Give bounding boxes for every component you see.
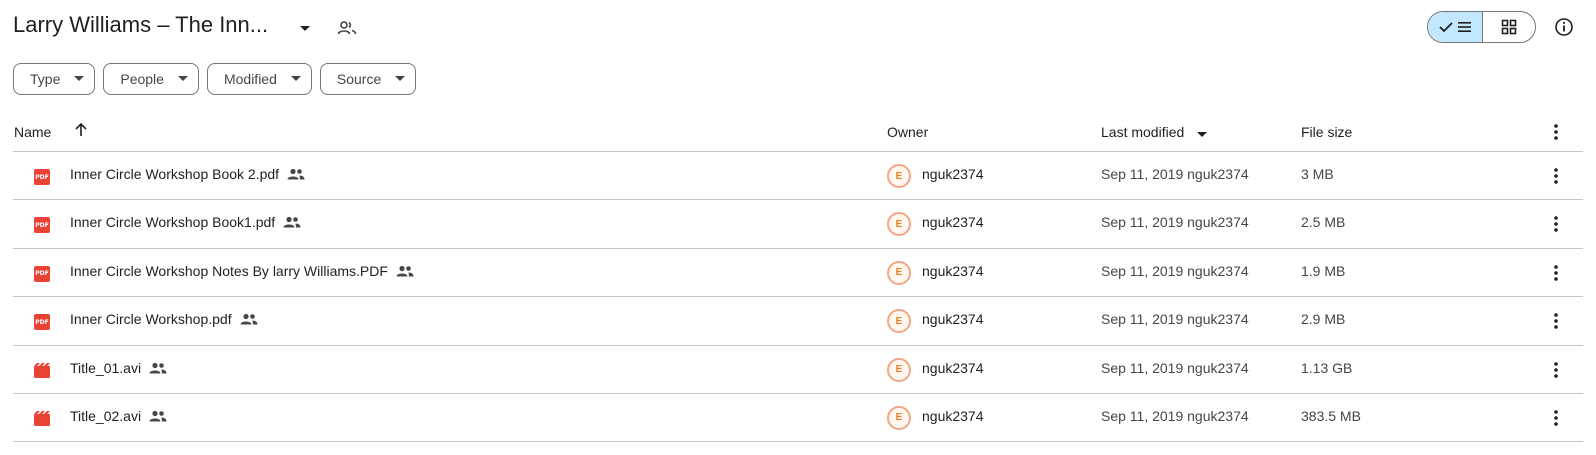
info-icon[interactable] <box>1552 15 1576 39</box>
avatar: E <box>887 164 911 188</box>
arrow-drop-down-icon <box>74 76 85 81</box>
avatar: E <box>887 405 911 430</box>
table-row[interactable]: Title_02.avi E nguk2374 Sep 11, 2019 ngu… <box>0 394 1596 443</box>
column-header-name[interactable]: Name <box>14 124 51 140</box>
more-vert-icon[interactable] <box>1546 360 1566 380</box>
arrow-drop-down-icon <box>395 76 406 81</box>
more-vert-icon[interactable] <box>1546 408 1566 428</box>
column-header-last-modified[interactable]: Last modified <box>1101 124 1184 140</box>
column-header-owner[interactable]: Owner <box>887 124 928 140</box>
owner-name: nguk2374 <box>922 214 984 231</box>
file-name[interactable]: Title_02.avi <box>70 408 141 424</box>
last-modified: Sep 11, 2019 nguk2374 <box>1101 214 1249 231</box>
table-row[interactable]: PDF Inner Circle Workshop Notes By larry… <box>0 249 1596 298</box>
folder-header: Larry Williams – The Inn... <box>0 0 1596 56</box>
more-vert-icon[interactable] <box>1546 166 1566 186</box>
more-vert-icon[interactable] <box>1546 263 1566 283</box>
file-size: 1.9 MB <box>1301 262 1346 279</box>
filter-chip-people[interactable]: People <box>103 63 199 95</box>
filter-chip-modified[interactable]: Modified <box>206 63 312 95</box>
file-size: 2.5 MB <box>1301 214 1346 231</box>
file-name[interactable]: Inner Circle Workshop Book 2.pdf <box>70 166 279 182</box>
avatar: E <box>887 260 911 285</box>
owner-name: nguk2374 <box>922 311 984 328</box>
view-toggle <box>1427 11 1536 43</box>
file-name[interactable]: Inner Circle Workshop Notes By larry Wil… <box>70 263 388 279</box>
divider <box>13 441 1583 443</box>
file-list: PDF Inner Circle Workshop Book 2.pdf E n… <box>0 152 1596 443</box>
file-name[interactable]: Title_01.avi <box>70 360 141 376</box>
video-file-icon <box>34 362 50 379</box>
shared-people-icon <box>149 361 167 375</box>
owner-name: nguk2374 <box>922 407 984 424</box>
file-name[interactable]: Inner Circle Workshop Book1.pdf <box>70 214 275 230</box>
shared-people-icon <box>287 167 305 181</box>
table-header: Name Owner Last modified File size <box>0 112 1596 152</box>
filter-chip-type[interactable]: Type <box>13 63 96 95</box>
list-icon <box>1457 22 1471 32</box>
shared-people-icon <box>283 215 301 229</box>
arrow-drop-down-icon <box>290 76 301 81</box>
pdf-file-icon: PDF <box>34 169 50 185</box>
arrow-upward-icon[interactable] <box>74 122 88 141</box>
file-name[interactable]: Inner Circle Workshop.pdf <box>70 311 232 327</box>
file-size: 1.13 GB <box>1301 359 1353 376</box>
last-modified: Sep 11, 2019 nguk2374 <box>1101 359 1249 376</box>
video-file-icon <box>34 410 50 427</box>
file-size: 2.9 MB <box>1301 311 1346 328</box>
filter-chip-label: Source <box>336 71 382 87</box>
check-icon <box>1438 22 1453 33</box>
avatar: E <box>887 357 911 382</box>
column-header-file-size[interactable]: File size <box>1301 124 1352 140</box>
last-modified: Sep 11, 2019 nguk2374 <box>1101 166 1249 182</box>
shared-people-icon <box>396 264 414 278</box>
more-vert-icon[interactable] <box>1546 122 1566 145</box>
sort-descending-icon[interactable] <box>1196 126 1208 142</box>
shared-people-icon <box>149 409 167 423</box>
shared-people-icon <box>240 312 258 326</box>
filter-chip-source[interactable]: Source <box>319 63 417 95</box>
table-row[interactable]: PDF Inner Circle Workshop Book 2.pdf E n… <box>0 152 1596 201</box>
filter-chip-label: Modified <box>223 71 277 87</box>
file-size: 383.5 MB <box>1301 407 1361 424</box>
filter-chip-label: People <box>120 71 164 87</box>
last-modified: Sep 11, 2019 nguk2374 <box>1101 311 1249 328</box>
filter-bar: Type People Modified Source <box>13 63 417 95</box>
arrow-drop-down-icon <box>177 76 188 81</box>
people-outline-icon[interactable] <box>335 16 359 40</box>
last-modified: Sep 11, 2019 nguk2374 <box>1101 262 1249 279</box>
filter-chip-label: Type <box>30 71 61 87</box>
folder-title[interactable]: Larry Williams – The Inn... <box>13 12 268 38</box>
last-modified: Sep 11, 2019 nguk2374 <box>1101 407 1249 424</box>
pdf-file-icon: PDF <box>34 217 50 234</box>
avatar: E <box>887 212 911 237</box>
owner-name: nguk2374 <box>922 262 984 279</box>
pdf-file-icon: PDF <box>34 265 50 282</box>
table-row[interactable]: PDF Inner Circle Workshop Book1.pdf E ng… <box>0 200 1596 249</box>
file-size: 3 MB <box>1301 166 1334 182</box>
table-row[interactable]: Title_01.avi E nguk2374 Sep 11, 2019 ngu… <box>0 346 1596 394</box>
more-vert-icon[interactable] <box>1546 214 1566 234</box>
owner-name: nguk2374 <box>922 359 984 376</box>
more-vert-icon[interactable] <box>1546 311 1566 331</box>
grid-view-button[interactable] <box>1483 12 1535 42</box>
arrow-drop-down-icon[interactable] <box>293 17 317 41</box>
owner-name: nguk2374 <box>922 166 984 182</box>
table-row[interactable]: PDF Inner Circle Workshop.pdf E nguk2374… <box>0 297 1596 346</box>
avatar: E <box>887 309 911 334</box>
pdf-file-icon: PDF <box>34 314 50 331</box>
grid-icon <box>1501 19 1517 35</box>
list-view-button[interactable] <box>1428 12 1483 42</box>
